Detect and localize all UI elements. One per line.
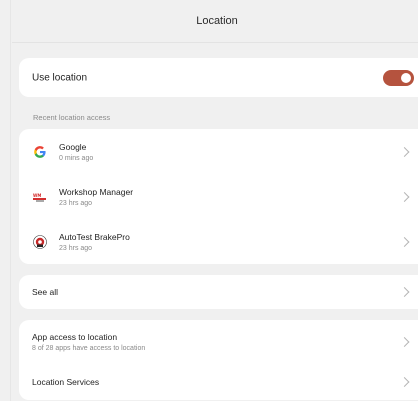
chevron-right-icon bbox=[399, 236, 410, 247]
app-name: Google bbox=[59, 141, 87, 152]
recent-app-text: Google 0 mins ago bbox=[59, 142, 93, 162]
see-all-card: See all bbox=[19, 275, 418, 309]
location-settings-page: Location Use location Recent location ac… bbox=[0, 0, 418, 401]
workshop-manager-icon: WM bbox=[32, 189, 48, 205]
access-time: 23 hrs ago bbox=[59, 244, 93, 252]
recent-location-access-header: Recent location access bbox=[33, 113, 111, 122]
use-location-label: Use location bbox=[32, 72, 88, 83]
app-access-subtitle: 8 of 28 apps have access to location bbox=[32, 345, 146, 352]
chevron-right-icon bbox=[399, 146, 410, 157]
autotest-brakepro-icon bbox=[32, 234, 48, 250]
app-access-label: App access to location bbox=[32, 332, 118, 342]
chevron-right-icon bbox=[399, 191, 410, 202]
app-name: AutoTest BrakePro bbox=[59, 231, 130, 242]
see-all-row[interactable]: See all bbox=[19, 275, 418, 309]
recent-app-row-google[interactable]: Google 0 mins ago bbox=[19, 129, 418, 174]
app-access-row[interactable]: App access to location 8 of 28 apps have… bbox=[19, 320, 418, 364]
location-services-label: Location Services bbox=[32, 377, 100, 387]
recent-app-text: Workshop Manager 23 hrs ago bbox=[59, 187, 133, 207]
chevron-right-icon bbox=[399, 377, 410, 387]
pane-divider bbox=[10, 0, 11, 401]
page-title: Location bbox=[196, 15, 238, 27]
access-time: 23 hrs ago bbox=[59, 199, 93, 207]
chevron-right-icon bbox=[399, 337, 410, 347]
recent-app-row-autotest-brakepro[interactable]: AutoTest BrakePro 23 hrs ago bbox=[19, 219, 418, 264]
google-icon bbox=[32, 144, 48, 160]
top-bar: Location bbox=[12, 0, 418, 43]
recent-access-card: Google 0 mins ago WM Workshop Manager 23… bbox=[19, 129, 418, 264]
recent-app-text: AutoTest BrakePro 23 hrs ago bbox=[59, 232, 130, 252]
app-access-text: App access to location 8 of 28 apps have… bbox=[32, 332, 145, 352]
toggle-knob bbox=[401, 72, 411, 83]
use-location-toggle[interactable] bbox=[383, 69, 414, 86]
app-name: Workshop Manager bbox=[59, 186, 134, 197]
access-time: 0 mins ago bbox=[59, 154, 94, 162]
chevron-right-icon bbox=[399, 287, 410, 297]
see-all-label: See all bbox=[32, 287, 58, 297]
location-settings-card: App access to location 8 of 28 apps have… bbox=[19, 320, 418, 400]
use-location-row[interactable]: Use location bbox=[19, 58, 418, 97]
use-location-card: Use location bbox=[19, 58, 418, 97]
recent-app-row-workshop-manager[interactable]: WM Workshop Manager 23 hrs ago bbox=[19, 174, 418, 219]
location-services-row[interactable]: Location Services bbox=[19, 364, 418, 400]
svg-text:WM: WM bbox=[33, 193, 41, 198]
